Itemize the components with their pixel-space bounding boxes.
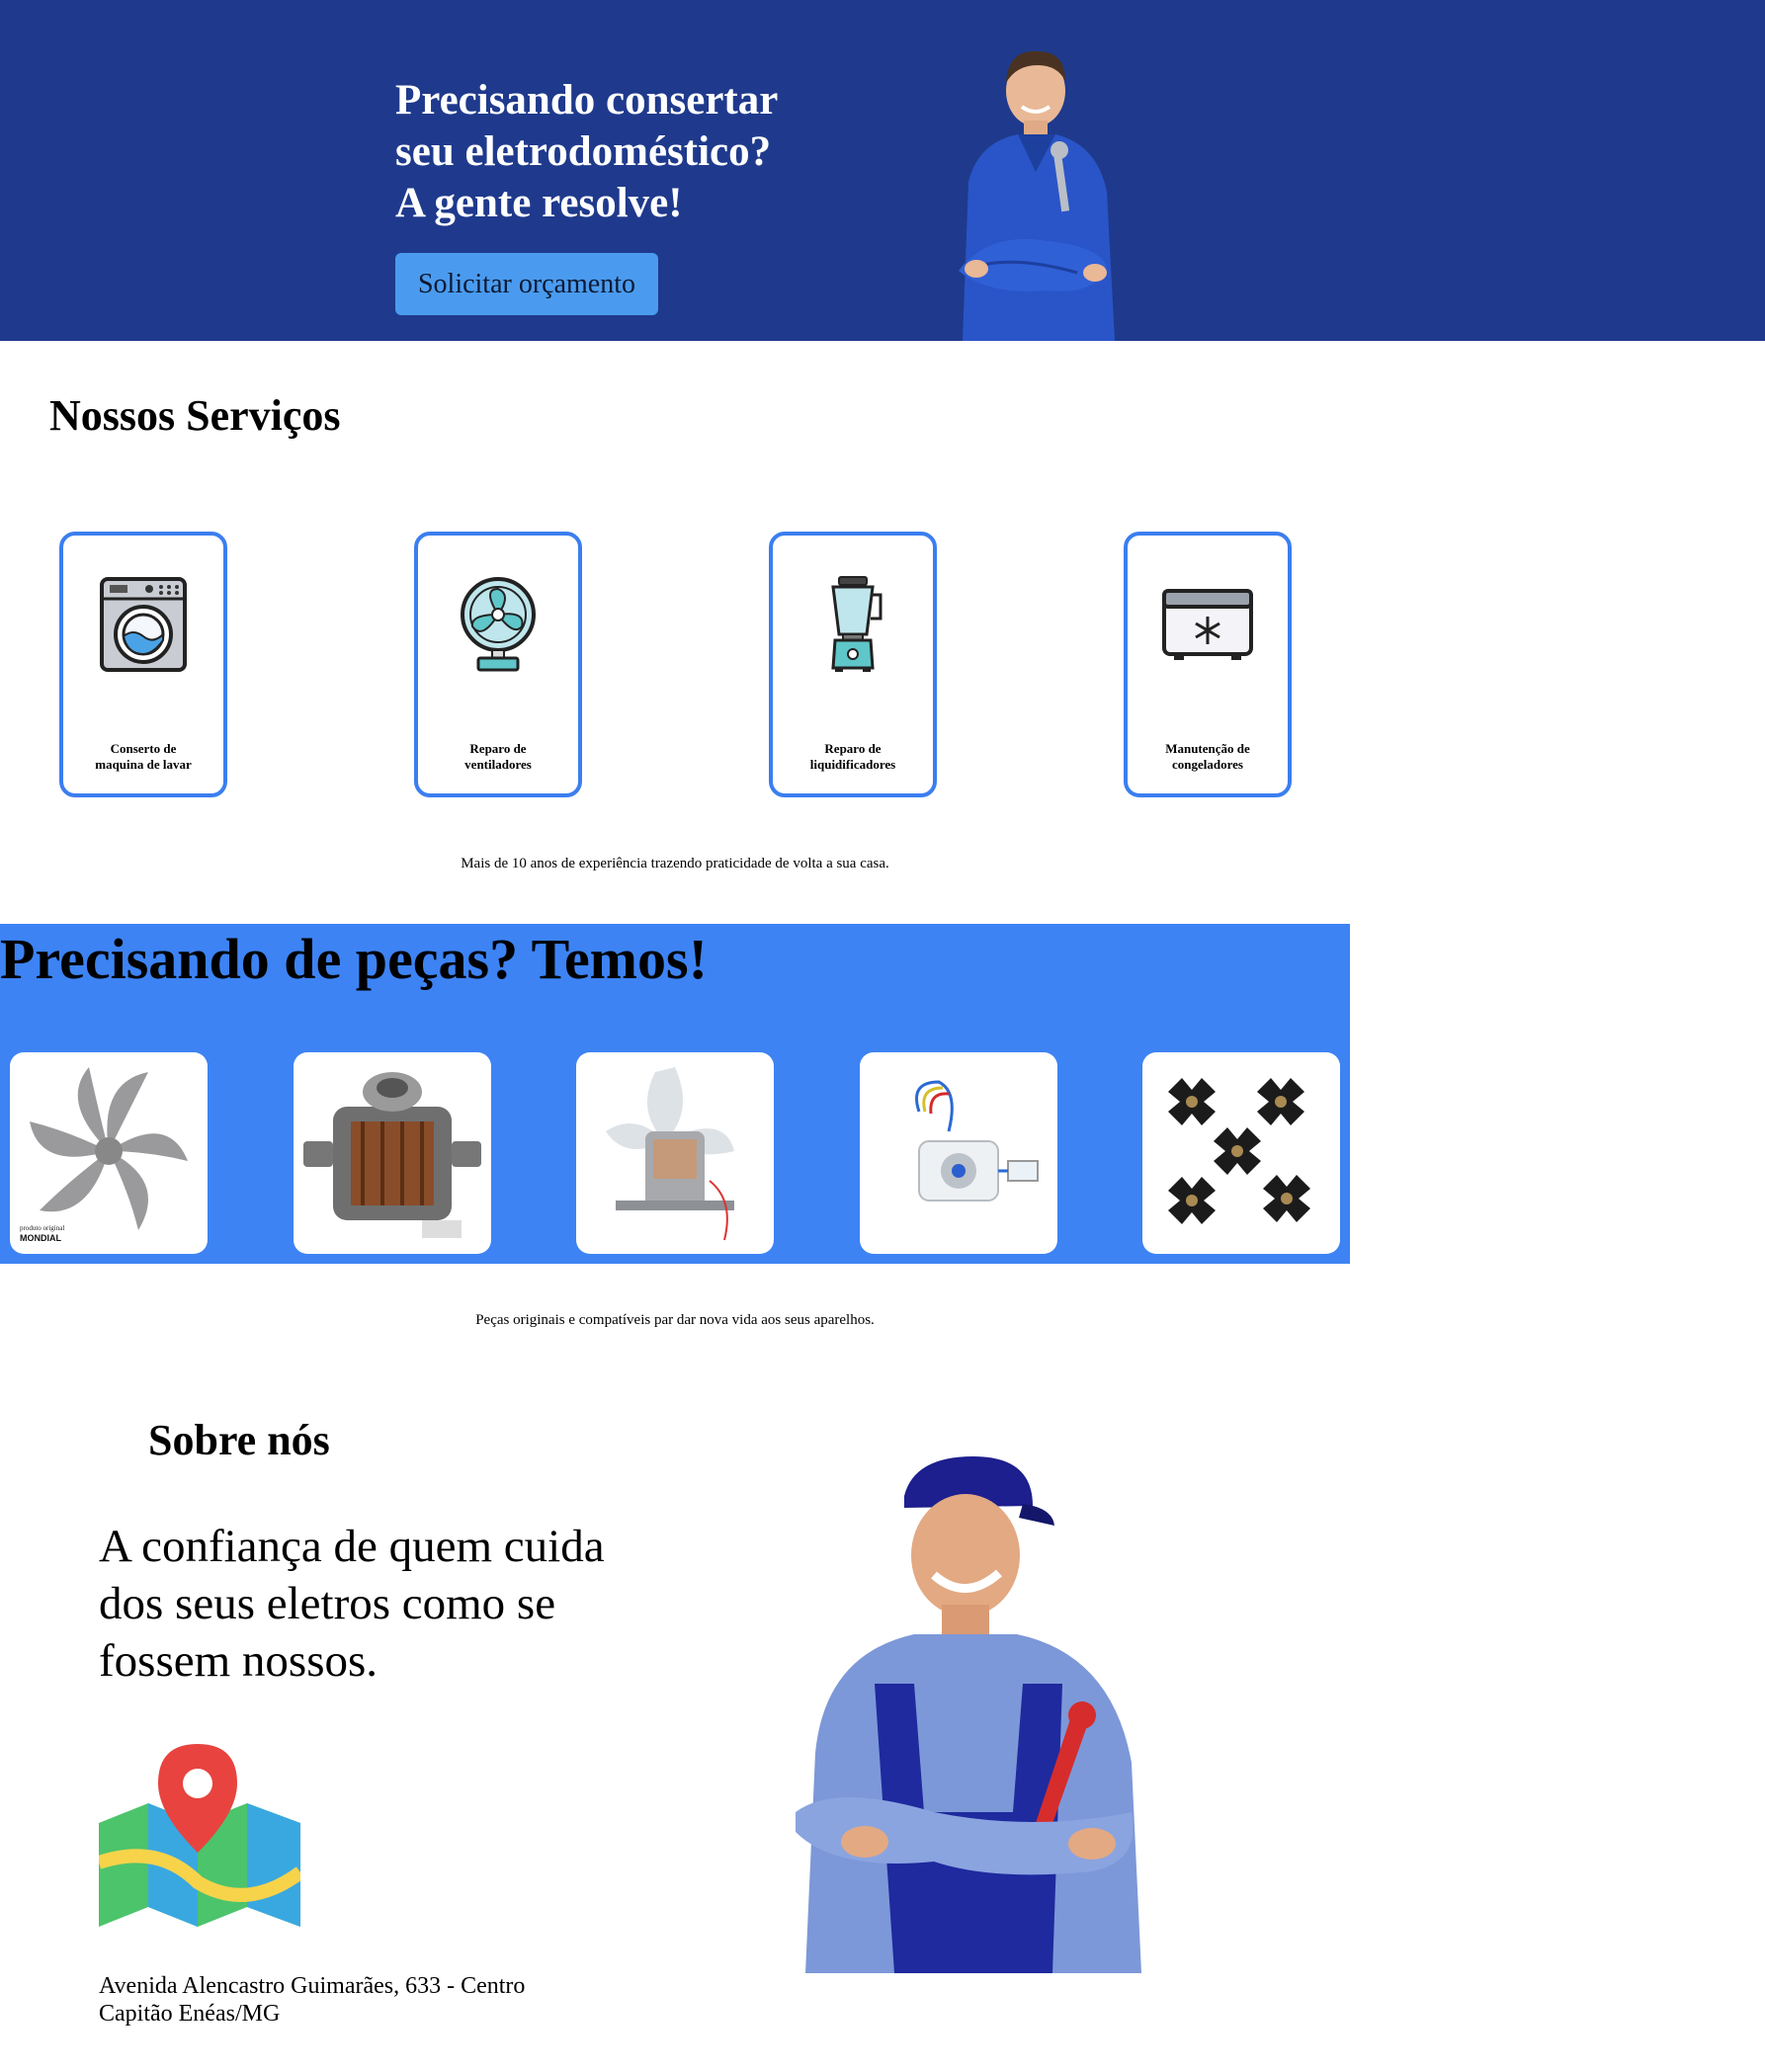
service-label: Manutenção de congeladores <box>1128 741 1288 773</box>
part-card-fan-motor[interactable] <box>576 1052 774 1254</box>
service-label: Reparo de ventiladores <box>418 741 578 773</box>
service-label-line: Manutenção de <box>1165 741 1250 756</box>
map-pin-icon <box>99 1744 300 1927</box>
hero-title: Precisando consertar seu eletrodoméstico… <box>395 75 949 229</box>
about-quote-line: A confiança de quem cuida <box>99 1521 605 1572</box>
fan-icon <box>461 577 536 672</box>
service-card-freezer[interactable]: Manutenção de congeladores <box>1124 532 1292 797</box>
parts-tagline: Peças originais e compatíveis par dar no… <box>475 1312 875 1328</box>
about-quote: A confiança de quem cuida dos seus eletr… <box>99 1518 692 1690</box>
service-label-line: Reparo de <box>824 741 882 756</box>
address-line: Capitão Enéas/MG <box>99 2001 281 2027</box>
part-card-refrigerator-fan-motor[interactable] <box>860 1052 1057 1254</box>
parts-title: Precisando de peças? Temos! <box>0 927 708 991</box>
service-card-fan[interactable]: Reparo de ventiladores <box>414 532 582 797</box>
brand-text: MONDIAL <box>20 1233 61 1243</box>
request-quote-button[interactable]: Solicitar orçamento <box>395 253 658 315</box>
part-card-washer-motor[interactable] <box>294 1052 491 1254</box>
service-label: Conserto de maquina de lavar <box>63 741 223 773</box>
service-label-line: ventiladores <box>464 757 532 772</box>
refrigerator-fan-motor-image <box>915 1080 1039 1202</box>
fan-blade-image: produto original MONDIAL <box>20 1067 188 1243</box>
freezer-icon <box>1162 589 1253 660</box>
service-label-line: Conserto de <box>110 741 177 756</box>
washing-machine-icon <box>100 577 187 672</box>
about-quote-line: dos seus eletros como se <box>99 1578 556 1629</box>
blender-couplings-image <box>1168 1078 1310 1224</box>
washer-motor-image <box>303 1072 481 1238</box>
fan-motor-image <box>606 1067 734 1241</box>
parts-section: Precisando de peças? Temos! produto orig… <box>0 924 1350 1264</box>
service-card-washing-machine[interactable]: Conserto de maquina de lavar <box>59 532 227 797</box>
service-label-line: congeladores <box>1172 757 1243 772</box>
service-label-line: liquidificadores <box>809 757 896 772</box>
hero-title-line: seu eletrodoméstico? <box>395 128 772 175</box>
service-label: Reparo de liquidificadores <box>773 741 933 773</box>
part-card-blender-couplings[interactable] <box>1142 1052 1340 1254</box>
blender-icon <box>831 576 882 672</box>
technician-image <box>959 50 1115 341</box>
hero-title-line: A gente resolve! <box>395 180 683 226</box>
address-line: Avenida Alencastro Guimarães, 633 - Cent… <box>99 1973 526 1999</box>
about-quote-line: fossem nossos. <box>99 1635 378 1687</box>
brand-text: produto original <box>20 1224 64 1232</box>
hero-title-line: Precisando consertar <box>395 77 779 124</box>
service-card-blender[interactable]: Reparo de liquidificadores <box>769 532 937 797</box>
service-label-line: Reparo de <box>469 741 527 756</box>
part-card-fan-blade[interactable]: produto original MONDIAL <box>10 1052 208 1254</box>
hero-banner: Precisando consertar seu eletrodoméstico… <box>0 0 1765 341</box>
services-tagline: Mais de 10 anos de experiência trazendo … <box>461 856 889 871</box>
technician-image <box>796 1456 1141 1973</box>
address: Avenida Alencastro Guimarães, 633 - Cent… <box>99 1972 525 2028</box>
service-label-line: maquina de lavar <box>95 757 192 772</box>
services-title: Nossos Serviços <box>49 391 341 440</box>
about-title: Sobre nós <box>148 1416 330 1464</box>
